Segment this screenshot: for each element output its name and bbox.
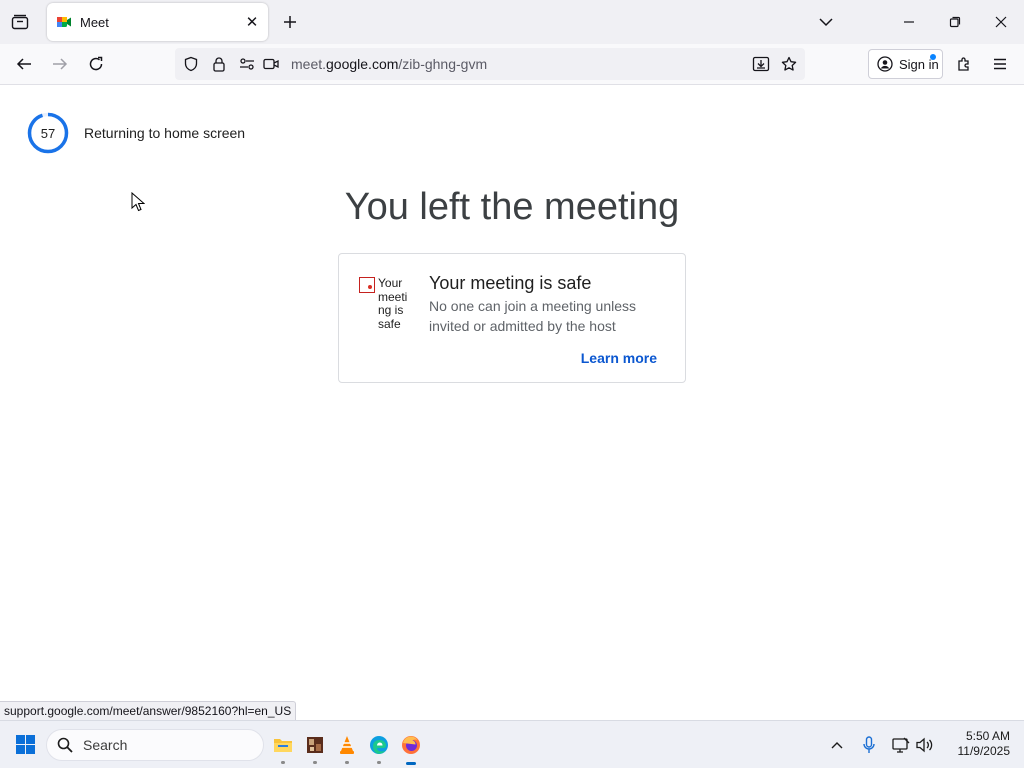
tab-manager-icon <box>11 14 29 30</box>
install-app-icon[interactable] <box>749 52 773 76</box>
close-tab-icon[interactable]: ✕ <box>240 10 264 34</box>
taskbar-search[interactable]: Search <box>46 729 264 761</box>
windows-logo-tile <box>26 745 35 754</box>
page-title: You left the meeting <box>344 186 680 228</box>
chevron-up-icon <box>831 742 843 749</box>
close-window-button[interactable] <box>978 0 1024 44</box>
microphone-icon[interactable] <box>857 733 881 757</box>
google-meet-icon <box>57 17 71 27</box>
running-indicator <box>281 761 285 764</box>
hamburger-menu-icon <box>994 58 1006 70</box>
system-clock[interactable]: 5:50 AM 11/9/2025 <box>944 729 1011 759</box>
show-hidden-icons-button[interactable] <box>825 733 849 757</box>
windows-logo-tile <box>16 745 25 754</box>
minimize-icon <box>904 21 914 23</box>
running-indicator <box>345 761 349 764</box>
windows-logo-tile <box>16 735 25 744</box>
url-text[interactable]: meet.google.com/zib-ghng-gvm <box>291 56 487 72</box>
extensions-button[interactable] <box>950 50 978 78</box>
running-indicator <box>377 761 381 764</box>
broken-image-icon <box>359 277 375 293</box>
account-icon <box>877 56 893 72</box>
link-status-bar: support.google.com/meet/answer/9852160?h… <box>0 701 297 720</box>
new-tab-button[interactable] <box>278 10 302 34</box>
chevron-down-icon <box>819 18 833 27</box>
firefox-icon[interactable] <box>399 733 423 757</box>
running-indicator <box>313 761 317 764</box>
plus-icon <box>284 16 296 28</box>
search-label: Search <box>83 737 128 753</box>
camera-permission-icon[interactable] <box>259 52 283 76</box>
restore-icon <box>949 16 961 28</box>
arrow-right-icon <box>53 58 68 70</box>
shield-icon[interactable] <box>179 52 203 76</box>
tab-list-button[interactable] <box>8 10 32 34</box>
clock-date: 11/9/2025 <box>957 744 1011 758</box>
tab-meet[interactable]: Meet ✕ <box>47 3 268 41</box>
active-app-indicator <box>406 762 416 765</box>
learn-more-link[interactable]: Learn more <box>581 350 657 366</box>
url-prefix: meet. <box>291 56 327 72</box>
navigation-toolbar: meet.google.com/zib-ghng-gvm Sign in <box>0 44 1024 85</box>
reload-button[interactable] <box>82 50 110 78</box>
card-body: No one can join a meeting unless invited… <box>429 298 637 334</box>
countdown-timer: 57 <box>27 112 69 154</box>
page-content: 57 Returning to home screen You left the… <box>0 86 1024 700</box>
search-icon <box>57 737 73 753</box>
minimize-button[interactable] <box>886 0 932 44</box>
lock-icon[interactable] <box>207 52 231 76</box>
bookmark-star-icon[interactable] <box>777 52 801 76</box>
photo-app-icon[interactable] <box>303 733 327 757</box>
safety-illustration: Your meeting is safe <box>359 276 411 328</box>
start-button[interactable] <box>16 735 36 755</box>
close-icon <box>995 16 1007 28</box>
url-domain: google.com <box>326 56 399 72</box>
browser-window: Meet ✕ meet.google.com/zib-ghng-gvm Sign… <box>0 0 1024 720</box>
edge-icon[interactable] <box>367 733 391 757</box>
returning-message: Returning to home screen <box>84 125 246 141</box>
list-all-tabs-button[interactable] <box>814 10 838 34</box>
countdown-value: 57 <box>40 125 56 141</box>
tab-strip: Meet ✕ <box>0 0 1024 44</box>
windows-logo-tile <box>26 735 35 744</box>
permissions-icon[interactable] <box>235 52 259 76</box>
file-explorer-icon[interactable] <box>271 733 295 757</box>
url-path: /zib-ghng-gvm <box>398 56 488 72</box>
meeting-safe-card: Your meeting is safe Your meeting is saf… <box>338 253 686 383</box>
vlc-icon[interactable] <box>335 733 359 757</box>
notification-dot <box>930 54 936 60</box>
puzzle-piece-icon <box>958 57 969 71</box>
reload-icon <box>89 56 103 71</box>
network-icon[interactable] <box>889 733 913 757</box>
arrow-left-icon <box>16 58 31 70</box>
card-title: Your meeting is safe <box>429 273 592 293</box>
image-alt-text: Your meeting is safe <box>378 276 408 328</box>
app-menu-button[interactable] <box>986 50 1014 78</box>
taskbar: Search 5:50 AM 11/9/2025 <box>0 720 1024 768</box>
back-button[interactable] <box>10 50 38 78</box>
volume-icon[interactable] <box>913 733 937 757</box>
mouse-cursor-icon <box>131 192 145 212</box>
tab-title: Meet <box>80 14 109 30</box>
address-bar[interactable]: meet.google.com/zib-ghng-gvm <box>175 48 805 80</box>
forward-button[interactable] <box>46 50 74 78</box>
sign-in-button[interactable]: Sign in <box>868 49 943 79</box>
restore-button[interactable] <box>932 0 978 44</box>
clock-time: 5:50 AM <box>965 729 1010 743</box>
